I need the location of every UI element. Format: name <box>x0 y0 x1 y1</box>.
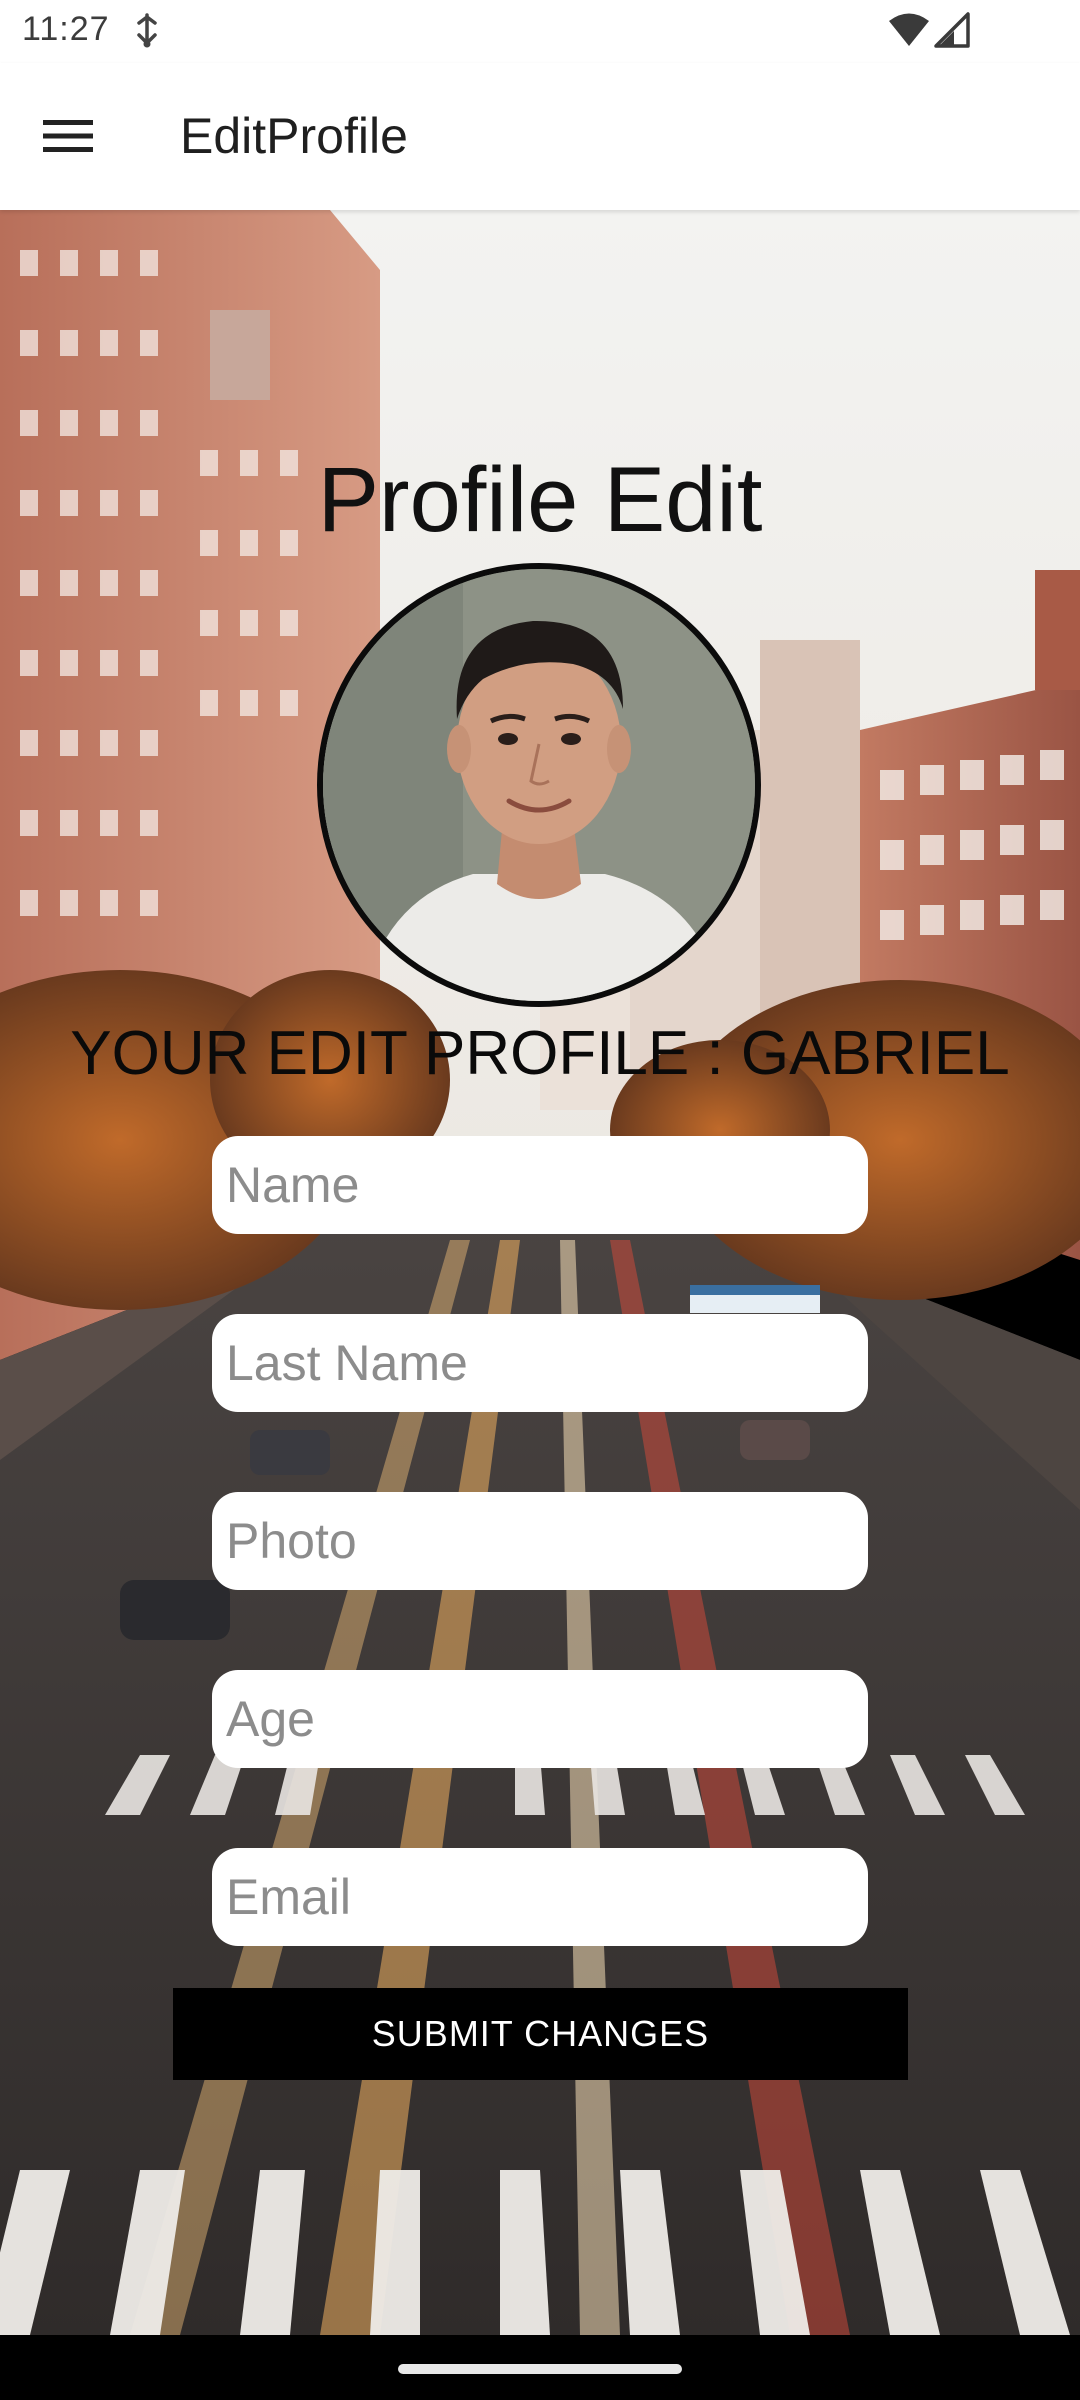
name-input[interactable] <box>212 1136 868 1234</box>
home-indicator[interactable] <box>398 2364 682 2374</box>
hamburger-menu-icon <box>43 120 93 152</box>
signal-icon <box>934 12 970 48</box>
app-bar: EditProfile <box>0 63 1080 210</box>
status-time: 11:27 <box>22 10 110 48</box>
photo-input[interactable] <box>212 1492 868 1590</box>
page-title: Profile Edit <box>317 449 763 551</box>
app-title: EditProfile <box>180 108 408 164</box>
hamburger-menu-button[interactable] <box>30 108 106 164</box>
system-nav-bar <box>0 2335 1080 2400</box>
last-name-input[interactable] <box>212 1314 868 1412</box>
submit-changes-button[interactable]: SUBMIT CHANGES <box>173 1988 908 2080</box>
usb-icon <box>137 13 157 48</box>
age-input[interactable] <box>212 1670 868 1768</box>
email-input[interactable] <box>212 1848 868 1946</box>
wifi-icon <box>889 13 929 46</box>
profile-heading: YOUR EDIT PROFILE : GABRIEL <box>70 1019 1010 1088</box>
profile-avatar <box>317 563 761 1007</box>
status-bar: 11:27 <box>0 0 1080 63</box>
